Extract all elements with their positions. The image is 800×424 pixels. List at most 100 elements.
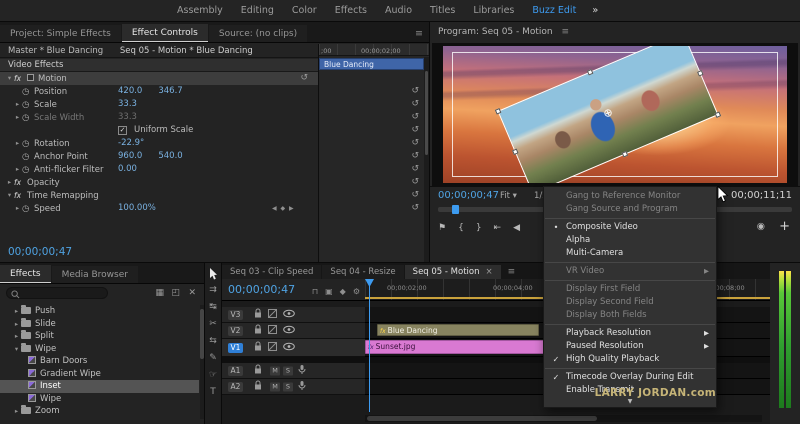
timeline-tab-seq05[interactable]: Seq 05 - Motion × (404, 265, 501, 279)
workspace-overflow-icon[interactable]: » (585, 5, 605, 16)
stopwatch-icon[interactable]: ◷ (22, 203, 34, 216)
reset-param-button[interactable]: ↺ (411, 111, 419, 124)
panel-menu-icon[interactable]: ≡ (562, 27, 570, 37)
reset-param-button[interactable]: ↺ (411, 202, 419, 215)
menu-item-composite-video[interactable]: • Composite Video (544, 221, 716, 234)
reset-param-button[interactable]: ↺ (411, 85, 419, 98)
audio-meters-panel[interactable] (770, 262, 800, 424)
menu-item-paused-resolution[interactable]: Paused Resolution ▶ (544, 340, 716, 353)
timeline-playhead-timecode[interactable]: 00;00;00;47 (228, 283, 295, 296)
param-row-uniform-scale[interactable]: ✓ Uniform Scale ↺ (0, 124, 429, 137)
voiceover-mic-icon[interactable] (298, 380, 306, 393)
new-folder-icon[interactable]: ◰ (171, 288, 180, 298)
chevron-right-icon[interactable]: ▸ (12, 330, 21, 343)
menu-item-timecode-overlay-during-edit[interactable]: ✓ Timecode Overlay During Edit (544, 371, 716, 384)
fx-badge-icon[interactable]: fx (14, 72, 27, 85)
hand-tool[interactable]: ☞ (209, 370, 217, 380)
param-row-anchor-point[interactable]: ◷ Anchor Point 960.0 540.0 ↺ (0, 150, 429, 163)
mute-button[interactable]: M (270, 366, 280, 375)
transform-handle[interactable] (512, 148, 519, 156)
program-current-timecode[interactable]: 00;00;00;47 (438, 190, 499, 201)
scale-value[interactable]: 33.3 (118, 98, 137, 111)
snap-icon[interactable]: ⊓ (312, 287, 318, 296)
razor-tool[interactable]: ✂ (209, 319, 217, 329)
effect-row-time-remapping[interactable]: ▾ fx Time Remapping ↺ (0, 189, 429, 202)
reset-effect-button[interactable]: ↺ (411, 176, 419, 189)
chevron-right-icon[interactable]: ▸ (13, 98, 22, 111)
timeline-tab-seq04[interactable]: Seq 04 - Resize (322, 265, 404, 279)
timeline-settings-icon[interactable]: ⚙ (353, 287, 360, 296)
uniform-scale-checkbox[interactable]: ✓ (118, 126, 127, 135)
reset-param-button[interactable]: ↺ (411, 150, 419, 163)
speed-value[interactable]: 100.00% (118, 202, 156, 215)
ec-master-breadcrumb[interactable]: Master * Blue Dancing (8, 46, 103, 56)
selection-tool[interactable] (209, 268, 218, 280)
track-target-a2[interactable]: A2 (228, 381, 243, 392)
effect-row-opacity[interactable]: ▸ fx Opacity ↺ (0, 176, 429, 189)
workspace-tab-editing[interactable]: Editing (232, 5, 283, 16)
track-select-forward-tool[interactable]: ⇉ (209, 285, 217, 295)
chevron-right-icon[interactable]: ▸ (12, 305, 21, 318)
mark-in-button[interactable]: { (458, 223, 464, 233)
go-to-in-button[interactable]: ⇤ (494, 223, 502, 233)
ec-sequence-breadcrumb[interactable]: Seq 05 - Motion * Blue Dancing (120, 46, 253, 56)
track-lock-icon[interactable] (254, 308, 262, 321)
workspace-tab-titles[interactable]: Titles (421, 5, 464, 16)
workspace-tab-libraries[interactable]: Libraries (464, 5, 523, 16)
track-target-a1[interactable]: A1 (228, 365, 243, 376)
tab-media-browser[interactable]: Media Browser (51, 266, 138, 283)
reset-param-button[interactable]: ↺ (411, 98, 419, 111)
position-y-value[interactable]: 346.7 (158, 85, 182, 98)
reset-param-button[interactable]: ↺ (411, 137, 419, 150)
step-back-button[interactable]: ◀ (513, 223, 520, 233)
ripple-edit-tool[interactable]: ↹ (209, 302, 217, 312)
pen-tool[interactable]: ✎ (209, 353, 217, 363)
chevron-down-icon[interactable]: ▾ (5, 189, 14, 202)
chevron-right-icon[interactable]: ▸ (13, 202, 22, 215)
tab-project[interactable]: Project: Simple Effects (0, 25, 121, 42)
mute-button[interactable]: M (270, 382, 280, 391)
add-marker-button[interactable]: ⚑ (438, 223, 446, 233)
workspace-tab-buzz-edit[interactable]: Buzz Edit (523, 5, 585, 16)
track-output-eye-icon[interactable] (283, 342, 295, 353)
workspace-tab-assembly[interactable]: Assembly (168, 5, 232, 16)
timeline-scrollbar[interactable] (365, 415, 762, 422)
button-editor-button[interactable]: + (779, 219, 790, 234)
workspace-tab-color[interactable]: Color (283, 5, 326, 16)
effects-scrollbar[interactable] (200, 305, 204, 419)
param-row-position[interactable]: ◷ Position 420.0 346.7 ↺ (0, 85, 429, 98)
tree-item-wipe-folder[interactable]: ▾ Wipe (0, 342, 199, 356)
ec-playhead-timecode[interactable]: 00;00;00;47 (8, 246, 72, 258)
transform-handle[interactable] (586, 68, 594, 76)
chevron-down-icon[interactable]: ▾ (5, 72, 14, 85)
sync-lock-icon[interactable] (268, 324, 277, 337)
track-target-v2[interactable]: V2 (228, 325, 243, 336)
tree-item-push[interactable]: ▸ Push (0, 305, 199, 318)
workspace-tab-audio[interactable]: Audio (376, 5, 421, 16)
linked-selection-icon[interactable]: ▣ (325, 287, 333, 296)
position-x-value[interactable]: 420.0 (118, 85, 142, 98)
zoom-level-dropdown[interactable]: Fit ▾ (500, 191, 517, 201)
effects-search-input[interactable] (6, 287, 108, 299)
menu-item-high-quality-playback[interactable]: ✓ High Quality Playback (544, 353, 716, 366)
type-tool[interactable]: T (210, 387, 216, 397)
add-marker-icon[interactable]: ◆ (340, 287, 346, 296)
scrubber-playhead[interactable] (452, 205, 459, 214)
track-output-eye-icon[interactable] (283, 325, 295, 336)
solo-button[interactable]: S (283, 382, 293, 391)
param-row-scale[interactable]: ▸ ◷ Scale 33.3 ↺ (0, 98, 429, 111)
track-target-v3[interactable]: V3 (228, 309, 243, 320)
tree-item-slide[interactable]: ▸ Slide (0, 317, 199, 331)
effect-row-motion[interactable]: ▾ fx Motion ↺ (0, 72, 318, 85)
param-row-scale-width[interactable]: ▸ ◷ Scale Width 33.3 ↺ (0, 111, 429, 124)
chevron-right-icon[interactable]: ▸ (12, 405, 21, 418)
track-lock-icon[interactable] (254, 341, 262, 354)
voiceover-mic-icon[interactable] (298, 364, 306, 377)
sync-lock-icon[interactable] (268, 341, 277, 354)
track-lock-icon[interactable] (254, 380, 262, 393)
delete-icon[interactable]: ✕ (188, 288, 196, 298)
menu-item-playback-resolution[interactable]: Playback Resolution ▶ (544, 327, 716, 340)
tab-source[interactable]: Source: (no clips) (208, 25, 308, 42)
chevron-right-icon[interactable]: ▸ (13, 137, 22, 150)
reset-effect-button[interactable]: ↺ (300, 72, 308, 85)
